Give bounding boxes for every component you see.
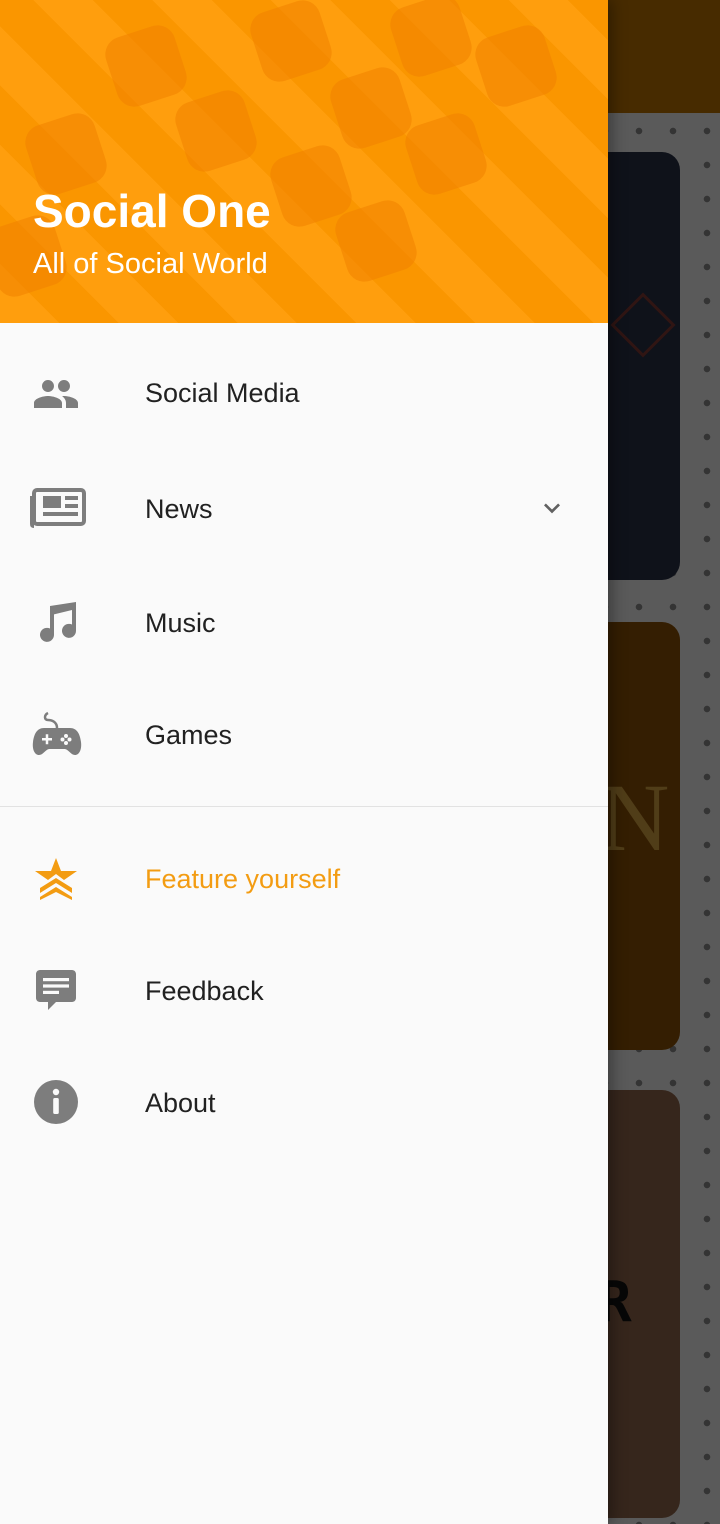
- menu-item-label: Social Media: [145, 378, 300, 408]
- feedback-icon: [36, 970, 76, 1010]
- star-chevron-icon: [35, 858, 77, 900]
- menu-item-feature-yourself[interactable]: Feature yourself: [0, 822, 608, 934]
- drawer-header: Social One All of Social World: [0, 0, 608, 323]
- info-icon: [34, 1080, 78, 1124]
- menu-item-label: News: [145, 494, 213, 524]
- drawer-subtitle: All of Social World: [33, 248, 268, 280]
- menu-item-label: About: [145, 1088, 216, 1118]
- menu-item-feedback[interactable]: Feedback: [0, 934, 608, 1046]
- menu-item-label: Games: [145, 720, 233, 750]
- newspaper-icon: [30, 488, 86, 528]
- menu-item-music[interactable]: Music: [0, 566, 608, 678]
- music-note-icon: [40, 602, 76, 642]
- menu-item-games[interactable]: Games: [0, 680, 608, 792]
- people-icon: [34, 380, 78, 408]
- chevron-down-icon[interactable]: [536, 492, 568, 524]
- menu-item-news[interactable]: News: [0, 452, 608, 564]
- menu-item-social-media[interactable]: Social Media: [0, 338, 608, 450]
- menu-divider: [0, 806, 608, 807]
- menu-item-label: Music: [145, 608, 216, 638]
- gamepad-icon: [32, 711, 82, 755]
- drawer-title: Social One: [33, 185, 271, 237]
- menu-item-about[interactable]: About: [0, 1046, 608, 1158]
- menu-item-label: Feedback: [145, 976, 264, 1006]
- menu-item-label: Feature yourself: [145, 864, 341, 894]
- navigation-drawer: Social One All of Social World Social Me…: [0, 0, 608, 1524]
